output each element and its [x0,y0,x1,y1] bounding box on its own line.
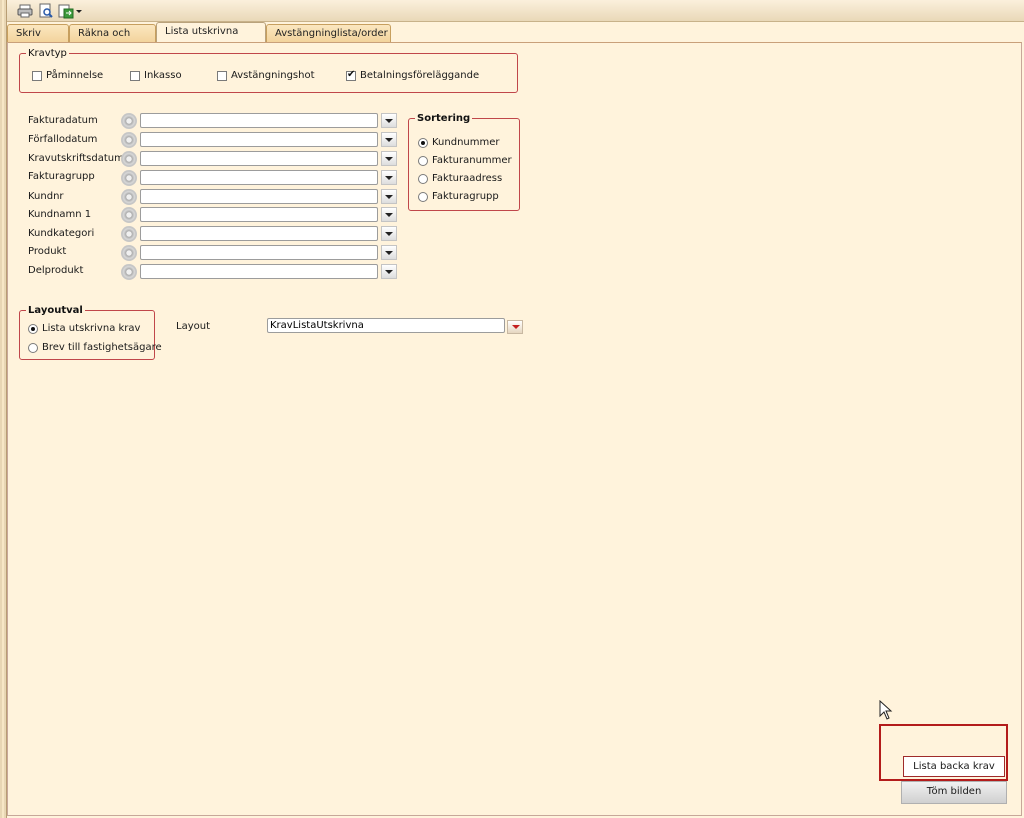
gear-icon[interactable] [121,170,137,186]
radio-fakturaadress[interactable]: Fakturaadress [418,173,502,184]
radio-fakturanummer[interactable]: Fakturanummer [418,155,512,166]
checkbox-box-checked[interactable] [346,69,356,81]
radio-fakturagrupp[interactable]: Fakturagrupp [418,191,499,202]
kundkategori-input[interactable] [140,226,378,241]
label-produkt: Produkt [28,246,67,257]
radio-dot[interactable] [418,191,428,202]
sortering-legend: Sortering [417,113,471,124]
gear-icon[interactable] [121,189,137,205]
radio-lista-utskrivna-krav[interactable]: Lista utskrivna krav [28,323,140,334]
print-preview-icon[interactable] [38,3,54,19]
label-kundnr: Kundnr [28,191,64,202]
checkbox-label: Påminnelse [46,70,104,81]
gear-icon[interactable] [121,151,137,167]
label-forfallodatum: Förfallodatum [28,134,98,145]
main-panel: Kravtyp Påminnelse Inkasso Avstängningsh… [7,42,1022,816]
kundkategori-dropdown-button[interactable] [381,226,397,241]
radio-label: Brev till fastighetsägare [42,342,162,353]
layout-select[interactable] [267,318,505,333]
gear-icon[interactable] [121,132,137,148]
checkbox-label: Avstängningshot [231,70,315,81]
checkbox-avstangningshot[interactable]: Avstängningshot [217,70,315,81]
radio-dot[interactable] [418,155,428,166]
delprodukt-input[interactable] [140,264,378,279]
radio-label: Lista utskrivna krav [42,323,141,334]
tom-bilden-button[interactable]: Töm bilden [901,781,1007,804]
lista-backa-krav-button[interactable]: Lista backa krav [903,756,1005,777]
tab-avstangninglista-order[interactable]: Avstängninglista/order [266,24,391,43]
kravutskriftsdatum-dropdown-button[interactable] [381,151,397,166]
kravtyp-legend: Kravtyp [28,48,67,59]
radio-label: Fakturaadress [432,173,503,184]
checkbox-box[interactable] [130,70,140,81]
radio-label: Fakturagrupp [432,191,499,202]
produkt-dropdown-button[interactable] [381,245,397,260]
checkbox-box[interactable] [32,70,42,81]
tab-lista-utskrivna-krav[interactable]: Lista utskrivna krav [156,22,266,54]
kravutskriftsdatum-input[interactable] [140,151,378,166]
kundnamn-1-dropdown-button[interactable] [381,207,397,222]
mouse-cursor-icon [879,700,893,720]
tab-rakna-och-lista[interactable]: Räkna och lista [69,24,156,56]
layout-label: Layout [176,321,210,332]
fakturadatum-input[interactable] [140,113,378,128]
export-icon[interactable] [58,3,74,19]
label-kundkategori: Kundkategori [28,228,95,239]
radio-dot-selected[interactable] [418,137,428,148]
radio-brev-till-fastighetsagare[interactable]: Brev till fastighetsägare [28,342,162,353]
label-kravutskriftsdatum: Kravutskriftsdatum [28,153,124,164]
tab-skriv-krav[interactable]: Skriv krav [7,24,69,56]
kundnr-dropdown-button[interactable] [381,189,397,204]
checkbox-inkasso[interactable]: Inkasso [130,70,182,81]
checkbox-label: Inkasso [144,70,182,81]
fakturagrupp-dropdown-button[interactable] [381,170,397,185]
label-fakturadatum: Fakturadatum [28,115,98,126]
radio-label: Fakturanummer [432,155,512,166]
label-kundnamn-1: Kundnamn 1 [28,209,92,220]
layoutval-legend: Layoutval [28,305,83,316]
forfallodatum-input[interactable] [140,132,378,147]
radio-label: Kundnummer [432,137,500,148]
kundnamn-1-input[interactable] [140,207,378,222]
gear-icon[interactable] [121,264,137,280]
kundnr-input[interactable] [140,189,378,204]
checkbox-label: Betalningsföreläggande [360,70,480,81]
window-left-frame [0,0,7,818]
gear-icon[interactable] [121,226,137,242]
checkbox-paminnelse[interactable]: Påminnelse [32,70,103,81]
fakturadatum-dropdown-button[interactable] [381,113,397,128]
tab-bar: Skriv krav Räkna och lista Lista utskriv… [7,22,1024,56]
gear-icon[interactable] [121,113,137,129]
toolbar [7,0,1024,22]
delprodukt-dropdown-button[interactable] [381,264,397,279]
dropdown-arrow-icon[interactable] [75,3,83,19]
label-fakturagrupp: Fakturagrupp [28,171,95,182]
radio-kundnummer[interactable]: Kundnummer [418,137,500,148]
label-delprodukt: Delprodukt [28,265,84,276]
layout-dropdown-button[interactable] [507,320,523,334]
checkbox-betalningsforelaggande[interactable]: Betalningsföreläggande [346,69,480,81]
gear-icon[interactable] [121,207,137,223]
printer-icon[interactable] [17,3,33,19]
forfallodatum-dropdown-button[interactable] [381,132,397,147]
fakturagrupp-input[interactable] [140,170,378,185]
produkt-input[interactable] [140,245,378,260]
radio-dot[interactable] [28,342,38,353]
radio-dot[interactable] [418,173,428,184]
radio-dot-selected[interactable] [28,323,38,334]
gear-icon[interactable] [121,245,137,261]
checkbox-box[interactable] [217,70,227,81]
